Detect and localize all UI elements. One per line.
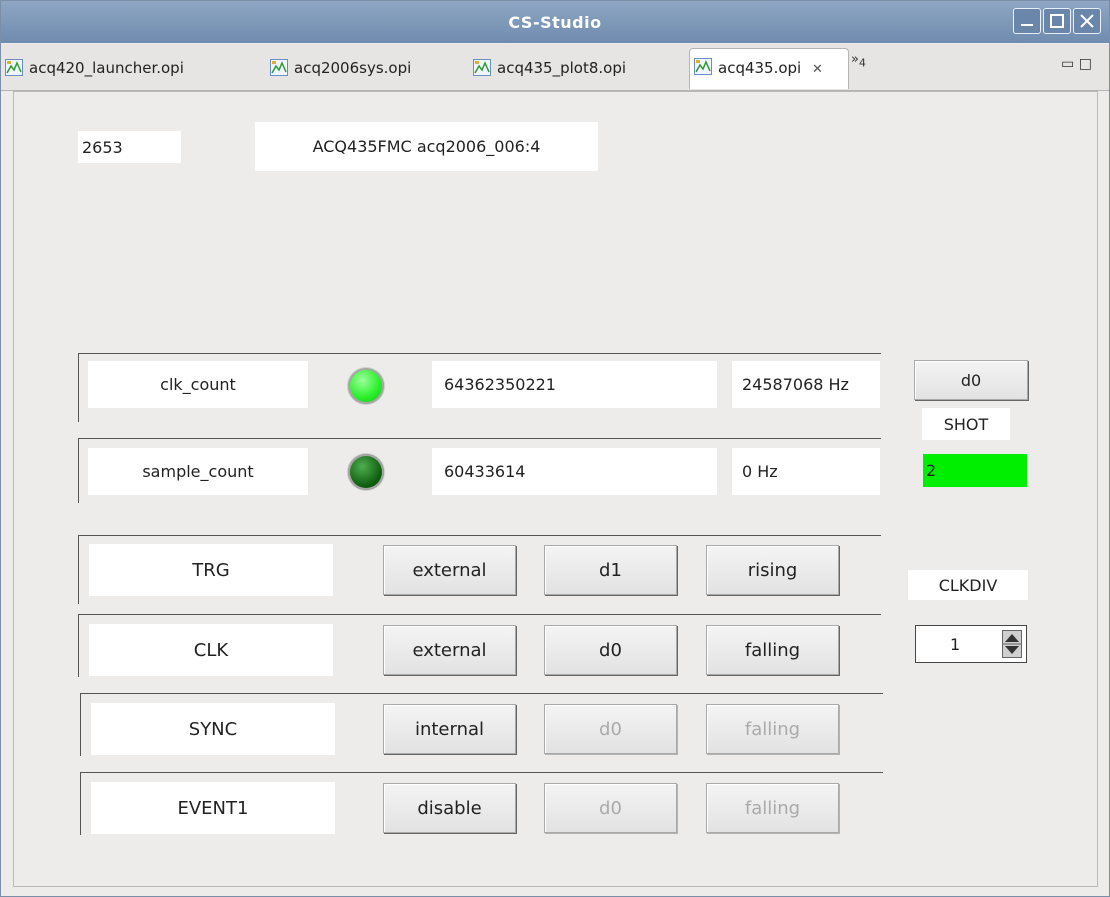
clk-label: CLK — [89, 624, 333, 676]
tab-label: acq420_launcher.opi — [29, 59, 184, 77]
sample-count-label: sample_count — [88, 448, 308, 495]
app-window: CS-Studio acq420_launcher.opi acq2006sys… — [0, 0, 1110, 897]
sample-count-led — [348, 454, 384, 490]
clk-count-led — [348, 368, 384, 404]
clkdiv-value: 1 — [950, 635, 961, 654]
event1-label: EVENT1 — [91, 782, 335, 834]
title-bar: CS-Studio — [1, 1, 1109, 43]
tab-label: acq2006sys.opi — [294, 59, 412, 77]
chevron-right-icon: » — [851, 52, 859, 67]
tab-acq2006sys[interactable]: acq2006sys.opi — [266, 50, 484, 86]
window-title: CS-Studio — [508, 13, 602, 32]
clk-source-button[interactable]: external — [383, 625, 516, 675]
device-label-field: ACQ435FMC acq2006_006:4 — [255, 122, 598, 171]
opi-file-icon — [270, 59, 288, 76]
tab-overflow-count: 4 — [858, 56, 866, 70]
trg-line-button[interactable]: d1 — [544, 545, 677, 595]
shot-value: 2 — [923, 454, 1027, 487]
tab-label: acq435.opi — [718, 59, 802, 77]
tab-acq435[interactable]: acq435.opi ✕ — [689, 48, 849, 89]
clk-count-rate: 24587068 Hz — [732, 361, 880, 408]
d0-button[interactable]: d0 — [914, 360, 1028, 400]
event1-edge-button[interactable]: falling — [706, 783, 839, 833]
trg-edge-button[interactable]: rising — [706, 545, 839, 595]
shot-label: SHOT — [922, 408, 1010, 440]
opi-file-icon — [694, 58, 712, 75]
opi-display: 2653 ACQ435FMC acq2006_006:4 clk_count 6… — [13, 91, 1098, 887]
sync-edge-button[interactable]: falling — [706, 704, 839, 754]
close-button[interactable] — [1073, 8, 1101, 34]
clk-edge-button[interactable]: falling — [706, 625, 839, 675]
close-icon — [1080, 14, 1094, 28]
clk-line-button[interactable]: d0 — [544, 625, 677, 675]
sync-line-button[interactable]: d0 — [544, 704, 677, 754]
trg-source-button[interactable]: external — [383, 545, 516, 595]
view-controls: ▭ □ — [1061, 56, 1092, 72]
maximize-button[interactable] — [1043, 8, 1071, 34]
event1-line-button[interactable]: d0 — [544, 783, 677, 833]
sync-label: SYNC — [91, 703, 335, 755]
clkdiv-label: CLKDIV — [908, 570, 1028, 600]
event1-source-button[interactable]: disable — [383, 783, 516, 833]
editor-tab-strip: acq420_launcher.opi acq2006sys.opi acq43… — [1, 44, 1109, 91]
opi-file-icon — [473, 59, 491, 76]
maximize-icon — [1050, 14, 1064, 28]
trg-label: TRG — [89, 544, 333, 596]
clk-count-value: 64362350221 — [432, 361, 717, 408]
minimize-icon — [1021, 24, 1033, 26]
spinner-arrows-icon[interactable] — [1002, 630, 1022, 658]
maximize-view-icon[interactable]: □ — [1079, 56, 1092, 72]
tab-acq420-launcher[interactable]: acq420_launcher.opi — [1, 50, 279, 86]
tab-label: acq435_plot8.opi — [497, 59, 627, 77]
clkdiv-spinner[interactable]: 1 — [915, 625, 1027, 663]
id-value-field: 2653 — [78, 131, 181, 163]
clk-count-label: clk_count — [88, 361, 308, 408]
opi-file-icon — [5, 59, 23, 76]
tab-close-icon[interactable]: ✕ — [812, 62, 823, 77]
sample-count-rate: 0 Hz — [732, 448, 880, 495]
sample-count-value: 60433614 — [432, 448, 717, 495]
tab-overflow-button[interactable]: »4 — [851, 52, 866, 70]
tab-acq435-plot8[interactable]: acq435_plot8.opi — [469, 50, 702, 86]
minimize-view-icon[interactable]: ▭ — [1061, 56, 1074, 72]
minimize-button[interactable] — [1013, 8, 1041, 34]
sync-source-button[interactable]: internal — [383, 704, 516, 754]
